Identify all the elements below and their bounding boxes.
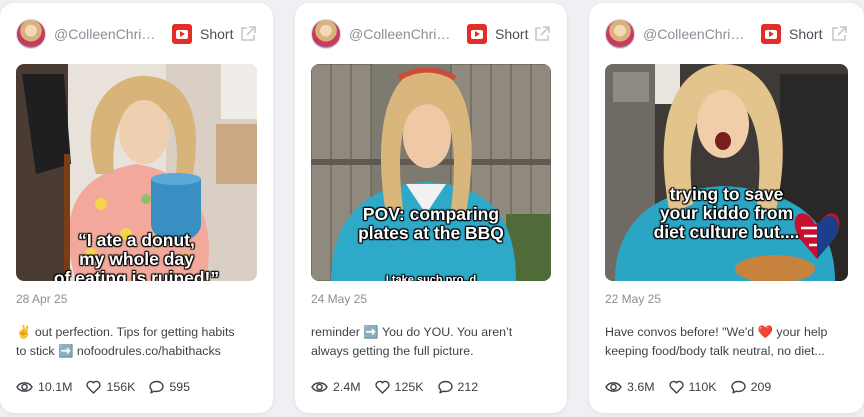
post-date: 28 Apr 25 — [16, 292, 68, 306]
video-card[interactable]: @ColleenChrist... Short “I ate a donut, … — [0, 3, 273, 413]
post-description: reminder ➡️ You do YOU. You aren’t alway… — [311, 323, 551, 361]
eye-icon — [311, 382, 328, 392]
external-link-icon[interactable] — [830, 25, 848, 43]
card-header: @ColleenChrist... Short — [311, 19, 551, 49]
views-count: 2.4M — [333, 380, 361, 394]
youtube-icon — [761, 24, 781, 44]
channel-handle[interactable]: @ColleenChrist... — [643, 26, 751, 42]
post-description: Have convos before! "We'd ❤️ your help k… — [605, 323, 848, 361]
comments-stat: 212 — [437, 380, 479, 394]
video-card[interactable]: @ColleenChrist... Short POV: comparing p… — [295, 3, 567, 413]
likes-count: 156K — [106, 380, 136, 394]
post-date: 22 May 25 — [605, 292, 662, 306]
description-line: keeping food/body talk neutral, no diet.… — [605, 344, 825, 358]
video-thumbnail[interactable]: trying to save your kiddo from diet cult… — [605, 64, 848, 281]
thumbnail-caption: trying to save your kiddo from diet cult… — [653, 184, 800, 242]
engagement-stats: 3.6M 110K 209 — [605, 377, 848, 397]
comments-stat: 209 — [730, 380, 772, 394]
comments-count: 595 — [169, 380, 191, 394]
thumbnail-caption: POV: comparing plates at the BBQ — [358, 204, 504, 243]
description-line: Have convos before! "We'd ❤️ your help — [605, 325, 828, 339]
description-line: reminder ➡️ You do YOU. You aren’t — [311, 325, 513, 339]
comment-icon — [149, 380, 165, 394]
views-count: 3.6M — [627, 380, 655, 394]
comments-count: 212 — [457, 380, 479, 394]
avatar[interactable] — [311, 19, 341, 49]
comments-stat: 595 — [149, 380, 190, 394]
heart-icon — [668, 380, 684, 394]
content-type-label: Short — [200, 26, 234, 42]
likes-count: 125K — [394, 380, 424, 394]
channel-handle[interactable]: @ColleenChrist... — [54, 26, 162, 42]
likes-stat: 110K — [668, 380, 717, 394]
content-type-label: Short — [495, 26, 529, 42]
likes-count: 110K — [688, 380, 717, 394]
thumbnail-subcaption: I take such pro..d — [385, 274, 477, 281]
video-thumbnail[interactable]: POV: comparing plates at the BBQ I take … — [311, 64, 551, 281]
eye-icon — [16, 382, 33, 392]
avatar[interactable] — [605, 19, 635, 49]
views-stat: 2.4M — [311, 380, 361, 394]
views-count: 10.1M — [38, 380, 73, 394]
youtube-icon — [467, 24, 487, 44]
video-thumbnail[interactable]: “I ate a donut, my whole day of eating i… — [16, 64, 257, 281]
card-header: @ColleenChrist... Short — [16, 19, 257, 49]
views-stat: 10.1M — [16, 380, 72, 394]
channel-handle[interactable]: @ColleenChrist... — [349, 26, 457, 42]
description-line: to stick ➡️ nofoodrules.co/habithacks — [16, 344, 221, 358]
external-link-icon[interactable] — [533, 25, 551, 43]
thumbnail-caption: “I ate a donut, my whole day of eating i… — [53, 230, 220, 282]
description-line: ✌️ out perfection. Tips for getting habi… — [16, 325, 235, 339]
likes-stat: 156K — [86, 380, 135, 394]
description-line: always getting the full picture. — [311, 344, 474, 358]
comments-count: 209 — [750, 380, 772, 394]
heart-icon — [374, 380, 390, 394]
heart-icon — [86, 380, 102, 394]
comment-icon — [730, 380, 746, 394]
card-header: @ColleenChrist... Short — [605, 19, 848, 49]
likes-stat: 125K — [374, 380, 424, 394]
video-card[interactable]: @ColleenChrist... Short trying to save y… — [589, 3, 864, 413]
youtube-icon — [172, 24, 192, 44]
avatar[interactable] — [16, 19, 46, 49]
external-link-icon[interactable] — [239, 25, 257, 43]
engagement-stats: 2.4M 125K 212 — [311, 377, 551, 397]
views-stat: 3.6M — [605, 380, 655, 394]
post-date: 24 May 25 — [311, 292, 368, 306]
engagement-stats: 10.1M 156K 595 — [16, 377, 257, 397]
eye-icon — [605, 382, 622, 392]
comment-icon — [437, 380, 453, 394]
content-type-label: Short — [789, 26, 823, 42]
post-description: ✌️ out perfection. Tips for getting habi… — [16, 323, 257, 361]
